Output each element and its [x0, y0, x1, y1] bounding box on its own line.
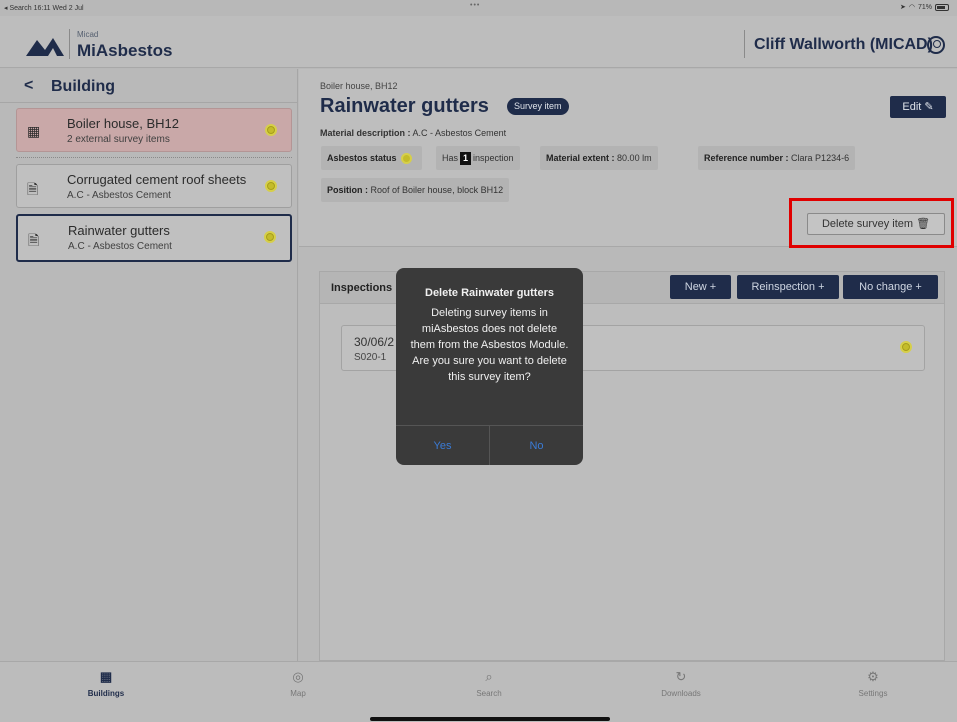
app-header: Micad MiAsbestos Cliff Wallworth (MICAD): [0, 16, 957, 68]
material-description: Material description : A.C - Asbestos Ce…: [320, 128, 506, 138]
material-description-label: Material description :: [320, 128, 411, 138]
home-indicator[interactable]: [370, 717, 610, 721]
tab-buildings[interactable]: ▦ Buildings: [66, 669, 146, 698]
status-dot: [900, 341, 912, 353]
status-dot: [265, 124, 277, 136]
wifi-icon: ◠: [908, 4, 915, 11]
sidebar-title[interactable]: Building: [51, 78, 115, 96]
reference-number-value: Clara P1234-6: [791, 153, 850, 163]
survey-item-badge: Survey item: [507, 98, 569, 115]
status-dot: [400, 153, 412, 165]
logo-divider: [69, 29, 70, 59]
asbestos-status-label: Asbestos status: [327, 153, 397, 163]
tab-search[interactable]: ⌕ Search: [449, 669, 529, 698]
back-chevron-icon[interactable]: <: [24, 77, 33, 95]
dialog-yes-button[interactable]: Yes: [396, 426, 489, 465]
delete-confirmation-dialog: Delete Rainwater gutters Deleting survey…: [396, 268, 583, 465]
sidebar-item-building[interactable]: ▦ Boiler house, BH12 2 external survey i…: [16, 108, 292, 152]
inspection-count-chip: Has 1 inspection: [436, 146, 520, 170]
position-value: Roof of Boiler house, block BH12: [370, 185, 504, 195]
tab-label: Downloads: [661, 689, 701, 698]
sidebar-item-rainwater-gutters[interactable]: 🗎 Rainwater gutters A.C - Asbestos Cemen…: [16, 214, 292, 262]
map-icon: ◎: [292, 669, 304, 684]
status-left-text: ◂ Search 16:11 Wed 2 Jul: [4, 5, 84, 12]
sync-icon: ↻: [675, 669, 687, 684]
reference-number-chip: Reference number : Clara P1234-6: [698, 146, 856, 170]
gear-icon: ⚙: [867, 669, 879, 684]
dialog-title: Delete Rainwater gutters: [425, 287, 554, 299]
sidebar: < Building ▦ Boiler house, BH12 2 extern…: [0, 69, 298, 661]
user-account-icon[interactable]: [927, 36, 945, 54]
tab-map[interactable]: ◎ Map: [258, 669, 338, 698]
sidebar-header: < Building: [0, 69, 298, 103]
asbestos-status-chip: Asbestos status: [321, 146, 422, 170]
micad-logo-icon: [26, 38, 64, 56]
reference-number-label: Reference number :: [704, 153, 789, 163]
sidebar-divider: [16, 157, 292, 158]
document-icon: 🗎: [28, 232, 40, 248]
delete-button-highlight: [789, 198, 954, 248]
survey-item-detail: Boiler house, BH12 Rainwater gutters Sur…: [299, 69, 957, 248]
new-inspection-button[interactable]: New +: [670, 275, 731, 299]
logo-company: Micad: [77, 30, 99, 39]
dialog-message: Deleting survey items in miAsbestos does…: [410, 307, 569, 383]
position-label: Position :: [327, 185, 368, 195]
sidebar-item-title: Boiler house, BH12: [67, 116, 180, 131]
user-name[interactable]: Cliff Wallworth (MICAD): [754, 36, 933, 54]
tab-settings[interactable]: ⚙ Settings: [833, 669, 913, 698]
tab-label: Buildings: [87, 689, 125, 698]
material-description-value: A.C - Asbestos Cement: [412, 128, 507, 138]
position-chip: Position : Roof of Boiler house, block B…: [321, 178, 510, 202]
breadcrumb[interactable]: Boiler house, BH12: [320, 81, 398, 91]
inspection-code: S020-1: [354, 352, 387, 363]
reinspection-button[interactable]: Reinspection +: [737, 275, 839, 299]
logo-app-name: MiAsbestos: [77, 41, 173, 60]
sidebar-item-subtitle: A.C - Asbestos Cement: [68, 241, 172, 252]
tab-downloads[interactable]: ↻ Downloads: [641, 669, 721, 698]
tab-label: Search: [476, 689, 502, 698]
sidebar-item-title: Corrugated cement roof sheets: [67, 172, 247, 187]
sidebar-item-subtitle: 2 external survey items: [67, 134, 170, 145]
material-extent-label: Material extent :: [546, 153, 615, 163]
tab-label: Map: [290, 689, 306, 698]
material-extent-chip: Material extent : 80.00 lm: [540, 146, 658, 170]
sidebar-item-subtitle: A.C - Asbestos Cement: [67, 190, 171, 201]
has-label: Has: [442, 153, 459, 163]
battery-icon: [935, 3, 949, 11]
status-right: ➤ ◠ 71%: [900, 3, 949, 11]
dialog-actions: Yes No: [396, 425, 583, 465]
status-dot: [265, 180, 277, 192]
tab-bar: ▦ Buildings ◎ Map ⌕ Search ↻ Downloads ⚙…: [0, 661, 957, 722]
dialog-no-button[interactable]: No: [489, 426, 583, 465]
inspections-title: Inspections: [331, 282, 393, 294]
user-divider: [744, 30, 745, 58]
sidebar-item-roof-sheets[interactable]: 🗎 Corrugated cement roof sheets A.C - As…: [16, 164, 292, 208]
edit-button[interactable]: Edit ✎: [890, 96, 946, 118]
status-bar: ◂ Search 16:11 Wed 2 Jul ••• ➤ ◠ 71%: [0, 0, 957, 16]
inspection-label: inspection: [473, 153, 514, 163]
building-icon: ▦: [27, 123, 41, 139]
status-dot: [264, 231, 276, 243]
inspection-count: 1: [460, 152, 472, 166]
search-icon: ⌕: [485, 669, 493, 684]
building-icon: ▦: [99, 669, 113, 684]
sidebar-item-title: Rainwater gutters: [68, 223, 170, 238]
battery-percent: 71%: [917, 3, 932, 11]
document-icon: 🗎: [27, 181, 39, 197]
page-title: Rainwater gutters: [320, 95, 489, 117]
tab-label: Settings: [858, 689, 888, 698]
status-center-dots: •••: [470, 2, 481, 9]
location-icon: ➤: [900, 4, 906, 11]
material-extent-value: 80.00 lm: [617, 153, 652, 163]
inspection-date: 30/06/2: [354, 335, 395, 349]
no-change-button[interactable]: No change +: [843, 275, 938, 299]
